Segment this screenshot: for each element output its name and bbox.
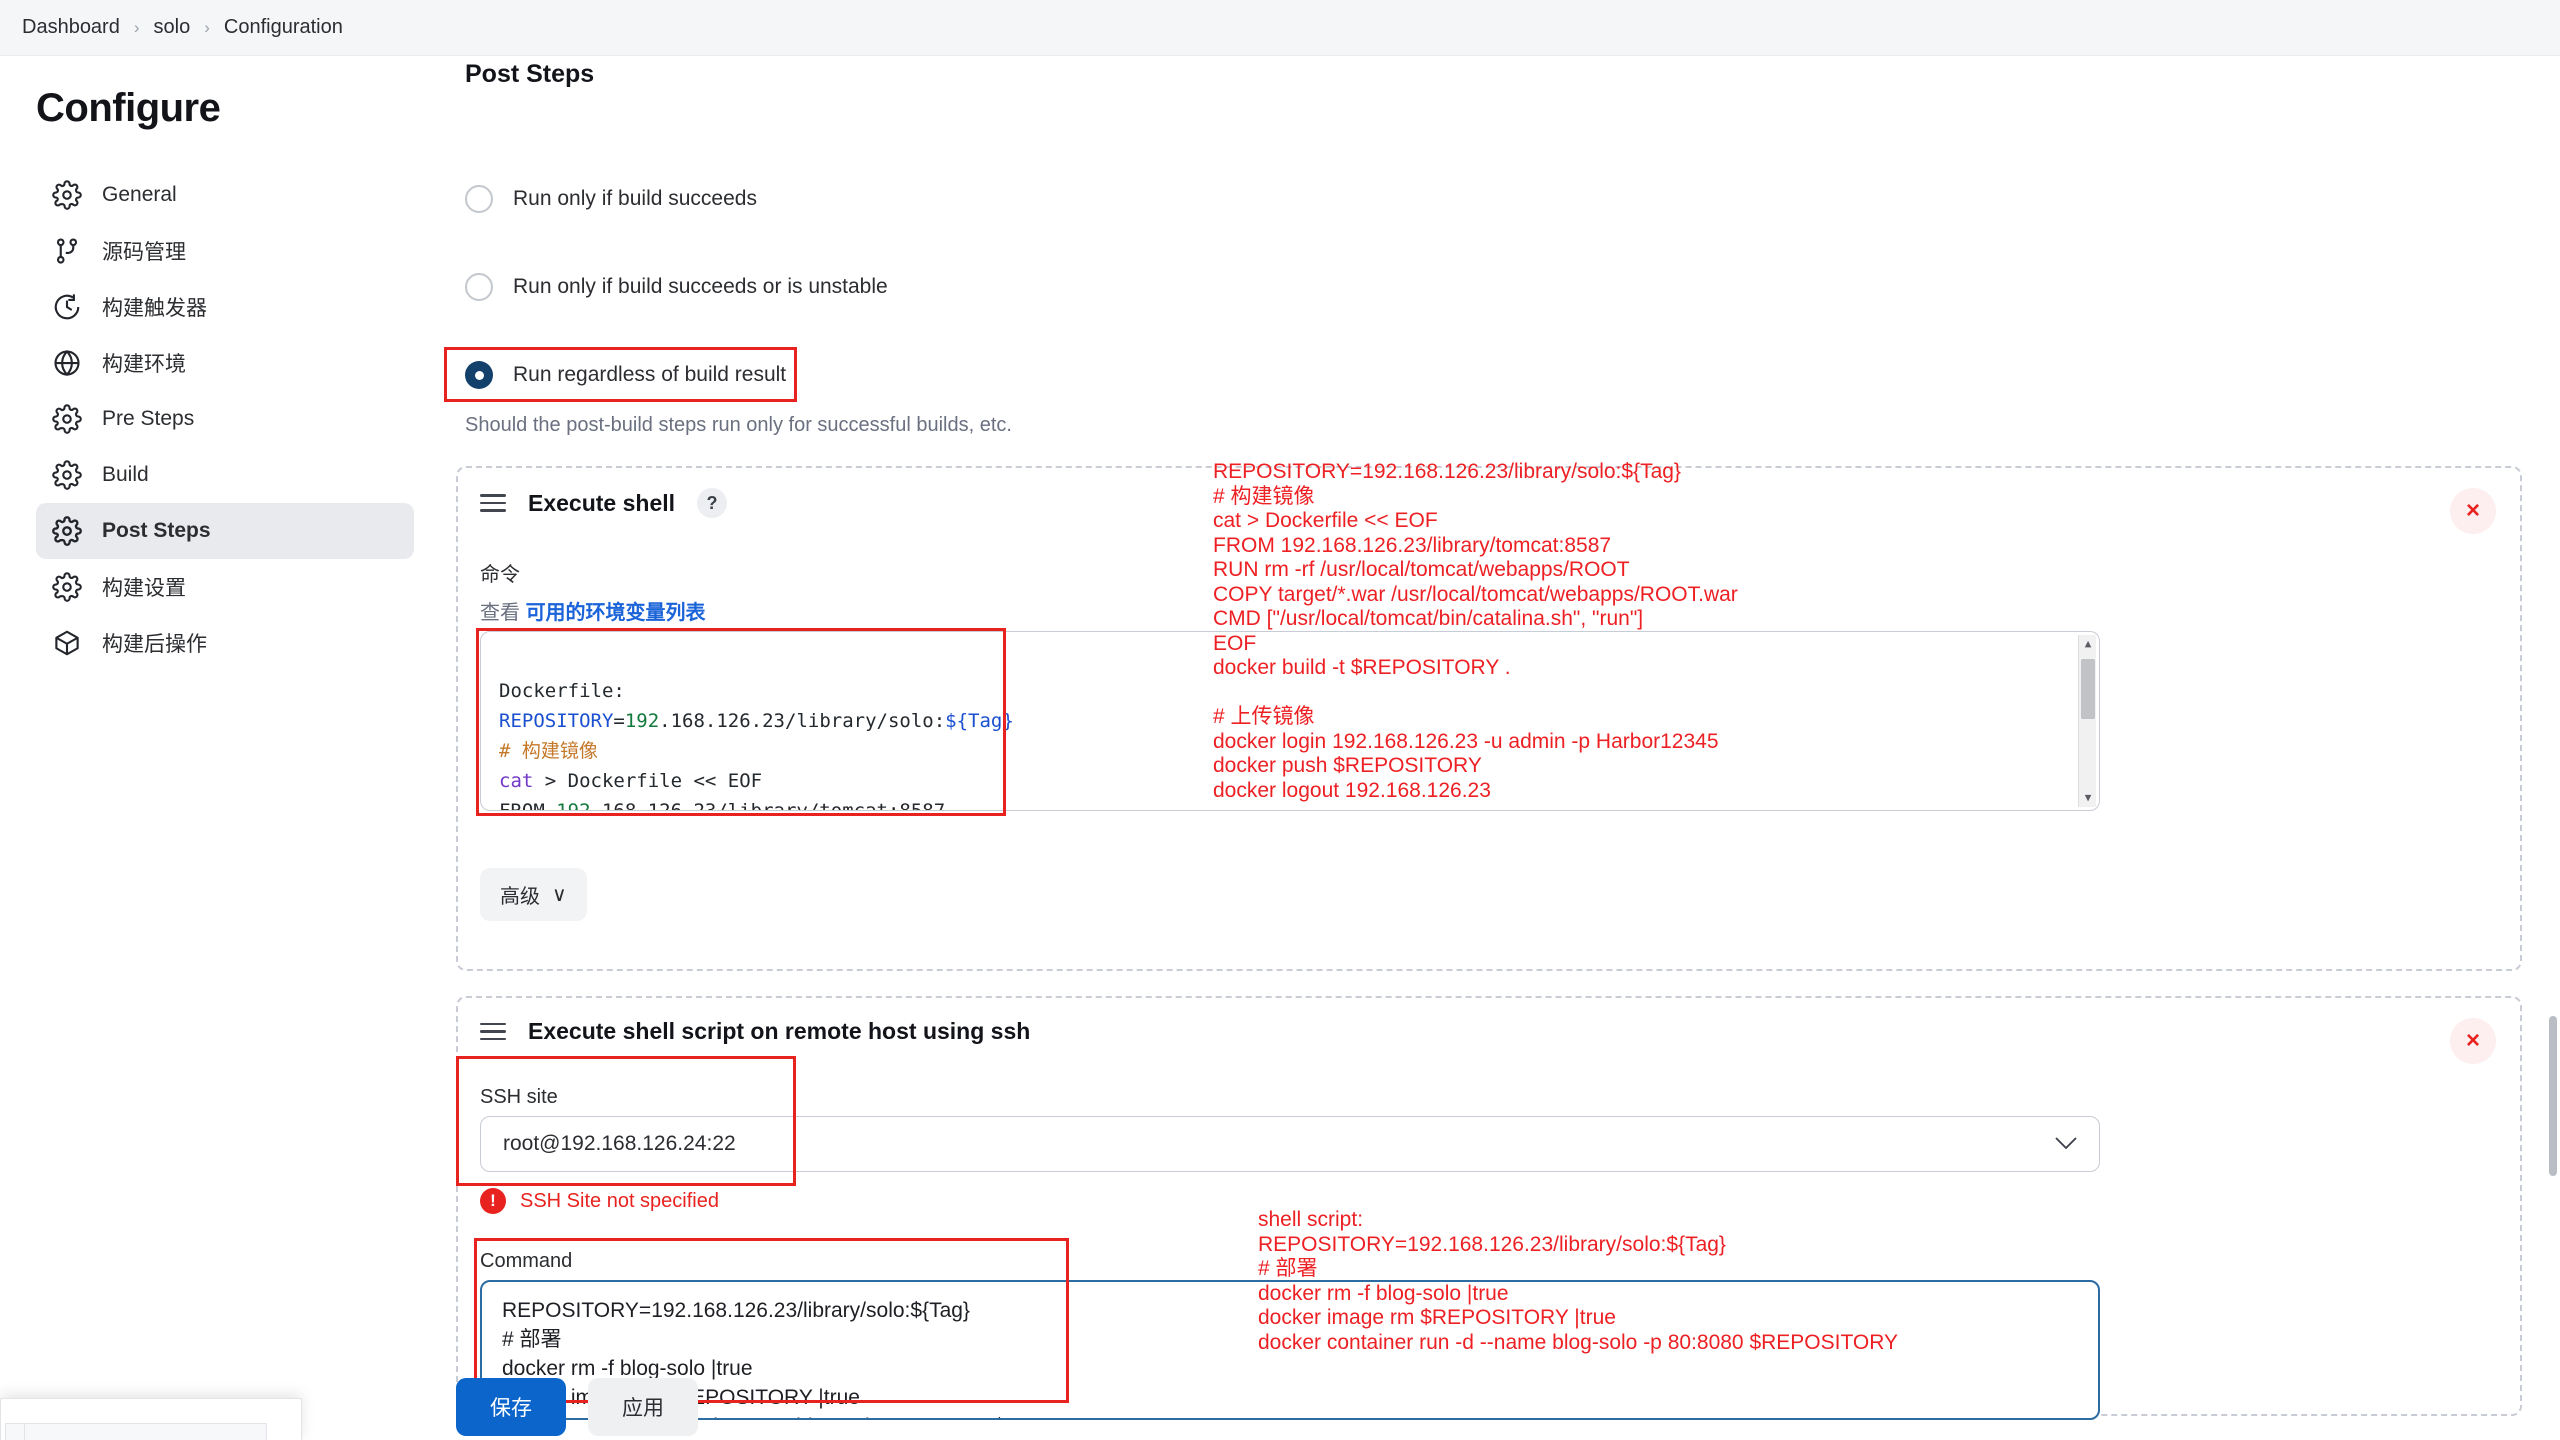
sidebar-item-label: Pre Steps [102, 407, 195, 430]
gear-icon [52, 404, 82, 434]
sidebar-item-label: 构建后操作 [102, 633, 207, 656]
command-field-label: 命令 [480, 564, 520, 586]
post-steps-main: Post Steps Run only if build succeeds Ru… [440, 56, 2560, 1440]
ssh-site-value: root@192.168.126.24:22 [503, 1132, 736, 1155]
configure-sidebar: Configure General 源码管理 构建触发器 构建环境 Pre St… [0, 56, 440, 1440]
code-token-comment: # 构建镜像 [499, 740, 598, 762]
popover-table [5, 1423, 267, 1440]
breadcrumb-item-solo[interactable]: solo [154, 16, 191, 39]
code-token-variable: REPOSITORY [499, 710, 614, 732]
remove-ssh-step-button[interactable]: × [2450, 1018, 2496, 1064]
code-token-number: 192 [556, 800, 591, 811]
breadcrumb-item-dashboard[interactable]: Dashboard [22, 16, 120, 39]
gear-icon [52, 516, 82, 546]
sidebar-item-build-triggers[interactable]: 构建触发器 [36, 279, 414, 335]
gear-icon [52, 180, 82, 210]
help-icon[interactable]: ? [697, 488, 728, 518]
page-scrollbar-thumb[interactable] [2549, 1016, 2557, 1176]
env-vars-prefix: 查看 [480, 602, 520, 624]
sidebar-item-build[interactable]: Build [36, 447, 414, 503]
chevron-down-icon[interactable] [2055, 1132, 2077, 1156]
radio-circle-selected-icon[interactable] [465, 361, 493, 389]
ssh-site-label: SSH site [480, 1086, 558, 1108]
page-scrollbar[interactable] [2546, 56, 2560, 1440]
radio-label: Run only if build succeeds [513, 187, 757, 210]
radio-circle-icon[interactable] [465, 185, 493, 213]
sidebar-item-label: 构建触发器 [102, 297, 207, 320]
branch-icon [52, 236, 82, 266]
jenkins-configure-page: Dashboard › solo › Configuration Configu… [0, 0, 2560, 1440]
ssh-step-title: Execute shell script on remote host usin… [528, 1018, 1031, 1044]
execute-shell-title: Execute shell [528, 489, 676, 516]
scrollbar-thumb[interactable] [2081, 659, 2095, 719]
sidebar-item-label: Build [102, 463, 149, 486]
sidebar-item-source-management[interactable]: 源码管理 [36, 223, 414, 279]
advanced-label: 高级 [500, 886, 540, 908]
radio-run-only-if-build-succeeds[interactable]: Run only if build succeeds [465, 173, 757, 225]
page-title: Configure [36, 86, 221, 130]
chevron-down-icon: ∨ [552, 884, 567, 906]
drag-handle-icon[interactable] [480, 494, 506, 512]
radio-group-hint: Should the post-build steps run only for… [465, 414, 1012, 436]
scroll-up-icon[interactable]: ▲ [2079, 635, 2097, 653]
gear-icon [52, 572, 82, 602]
ssh-site-error-text: SSH Site not specified [520, 1189, 719, 1212]
sidebar-item-post-steps[interactable]: Post Steps [36, 503, 414, 559]
sidebar-item-label: Post Steps [102, 519, 211, 542]
sidebar-item-general[interactable]: General [36, 167, 414, 223]
apply-button[interactable]: 应用 [588, 1378, 698, 1436]
gear-icon [52, 460, 82, 490]
code-token-interpolation: ${Tag} [945, 710, 1014, 732]
radio-circle-icon[interactable] [465, 273, 493, 301]
save-button[interactable]: 保存 [456, 1378, 566, 1436]
remove-execute-shell-button[interactable]: × [2450, 488, 2496, 534]
error-icon: ! [480, 1188, 506, 1214]
radio-label: Run regardless of build result [513, 363, 787, 386]
sidebar-item-label: 构建环境 [102, 353, 186, 376]
sidebar-item-pre-steps[interactable]: Pre Steps [36, 391, 414, 447]
sidebar-item-label: 构建设置 [102, 577, 186, 600]
radio-label: Run only if build succeeds or is unstabl… [513, 275, 888, 298]
breadcrumb-separator-icon: › [133, 17, 140, 37]
code-line: Dockerfile: [499, 680, 625, 702]
ssh-site-error: ! SSH Site not specified [480, 1188, 719, 1214]
env-vars-hint: 查看 可用的环境变量列表 [480, 596, 706, 625]
breadcrumb-separator-icon: › [204, 17, 210, 37]
breadcrumb-item-configuration[interactable]: Configuration [224, 16, 343, 39]
sidebar-item-label: 源码管理 [102, 241, 186, 264]
popover-table-divider [24, 1424, 25, 1440]
globe-icon [52, 348, 82, 378]
clock-icon [52, 292, 82, 322]
drag-handle-icon[interactable] [480, 1022, 506, 1041]
sidebar-item-label: General [102, 183, 177, 206]
section-title: Post Steps [465, 60, 595, 88]
ssh-site-select[interactable]: root@192.168.126.24:22 [480, 1116, 2100, 1172]
breadcrumb: Dashboard › solo › Configuration [0, 0, 2560, 56]
form-actions: 保存 应用 [456, 1378, 698, 1436]
ssh-command-label: Command [480, 1250, 573, 1272]
env-vars-link[interactable]: 可用的环境变量列表 [526, 602, 706, 624]
scroll-down-icon[interactable]: ▼ [2079, 789, 2097, 807]
bottom-left-popover [0, 1398, 302, 1440]
code-token-number: 192 [624, 710, 660, 732]
annotation-text-shell-script: REPOSITORY=192.168.126.23/library/solo:$… [1213, 460, 1738, 802]
sidebar-item-post-build-actions[interactable]: 构建后操作 [36, 615, 414, 671]
sidebar-item-build-environment[interactable]: 构建环境 [36, 335, 414, 391]
package-icon [52, 628, 82, 658]
shell-script-scrollbar[interactable]: ▲ ▼ [2078, 635, 2096, 807]
annotation-text-ssh-script: shell script: REPOSITORY=192.168.126.23/… [1258, 1208, 1899, 1354]
code-token-keyword: cat [499, 770, 534, 792]
radio-run-regardless-of-build-result[interactable]: Run regardless of build result [465, 349, 786, 401]
radio-run-only-if-build-succeeds-or-unstable[interactable]: Run only if build succeeds or is unstabl… [465, 261, 888, 313]
ssh-step-header: Execute shell script on remote host usin… [458, 998, 2520, 1045]
advanced-button[interactable]: 高级 ∨ [480, 868, 587, 921]
sidebar-item-build-settings[interactable]: 构建设置 [36, 559, 414, 615]
